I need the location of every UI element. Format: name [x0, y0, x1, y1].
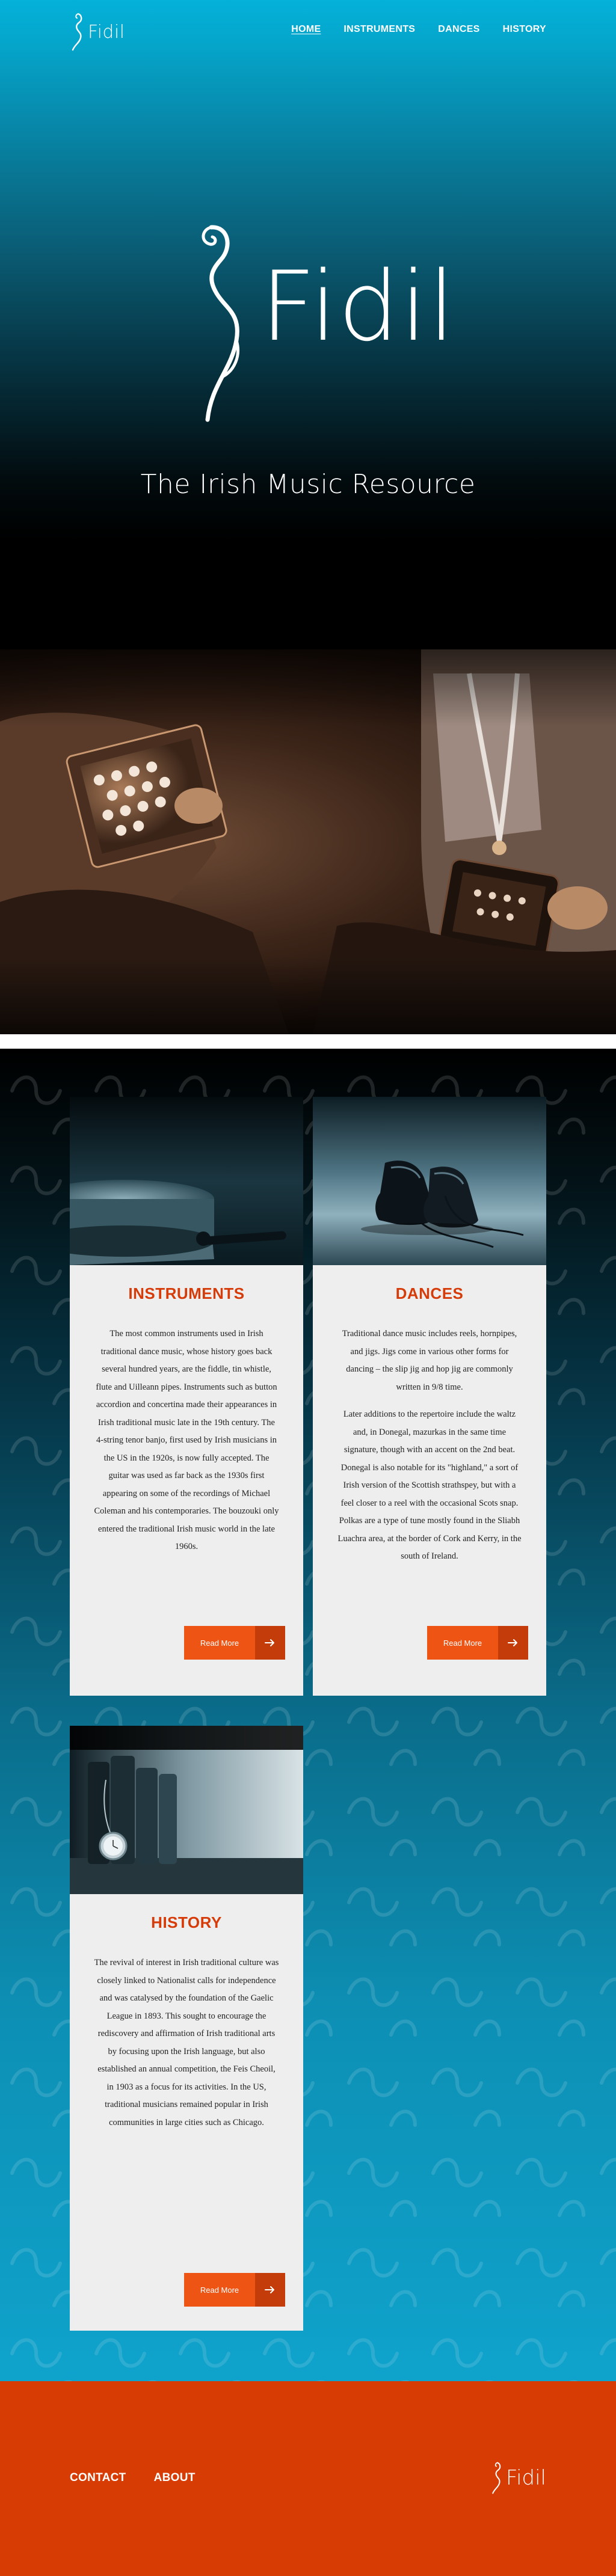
card-paragraph: The revival of interest in Irish traditi… [94, 1958, 279, 2127]
hero-tagline: The Irish Music Resource [140, 469, 476, 500]
footer: CONTACT ABOUT Fidil [0, 2381, 616, 2576]
nav-history[interactable]: HISTORY [503, 24, 546, 35]
top-navigation: Fidil HOME INSTRUMENTS DANCES HISTORY [0, 0, 616, 60]
history-read-more-button[interactable]: Read More [184, 2273, 285, 2307]
nav-logo-text: Fidil [88, 21, 125, 43]
arrow-right-icon [498, 1626, 528, 1660]
nav-logo[interactable]: Fidil [70, 11, 125, 53]
books-pocket-watch-photo [70, 1726, 303, 1894]
accordion-players-illustration [0, 649, 616, 1034]
read-more-label: Read More [184, 2273, 255, 2307]
footer-about-link[interactable]: ABOUT [154, 2471, 196, 2485]
history-card: HISTORY The revival of interest in Irish… [70, 1726, 303, 2331]
nav-home[interactable]: HOME [291, 24, 321, 35]
card-title: DANCES [395, 1284, 464, 1302]
nav-links: HOME INSTRUMENTS DANCES HISTORY [291, 24, 546, 35]
musicians-photo [0, 649, 616, 1034]
instruments-card: INSTRUMENTS The most common instruments … [70, 1097, 303, 1696]
card-body: The revival of interest in Irish traditi… [94, 1954, 279, 2132]
hero-logo-text: Fidil [260, 250, 457, 363]
card-paragraph: The most common instruments used in Iris… [94, 1329, 279, 1551]
dances-read-more-button[interactable]: Read More [427, 1626, 528, 1660]
card-paragraph: Later additions to the repertoire includ… [337, 1409, 522, 1561]
bodhran-photo [70, 1097, 303, 1265]
fiddle-scroll-icon [72, 13, 82, 51]
hero-logo: Fidil [189, 222, 455, 427]
arrow-right-icon [255, 2273, 285, 2307]
footer-links: CONTACT ABOUT [70, 2471, 196, 2485]
dance-shoes-photo [313, 1097, 546, 1265]
arrow-right-icon [255, 1626, 285, 1660]
card-paragraph: Traditional dance music includes reels, … [342, 1329, 517, 1392]
dances-card: DANCES Traditional dance music includes … [313, 1097, 546, 1696]
fiddle-scroll-icon [492, 2462, 501, 2494]
card-title: HISTORY [151, 1913, 222, 1931]
hero-section: Fidil HOME INSTRUMENTS DANCES HISTORY Fi… [0, 0, 616, 649]
footer-logo-text: Fidil [505, 2466, 546, 2490]
card-body: Traditional dance music includes reels, … [337, 1325, 522, 1566]
nav-instruments[interactable]: INSTRUMENTS [343, 24, 415, 35]
content-section: INSTRUMENTS The most common instruments … [0, 1049, 616, 2381]
read-more-label: Read More [427, 1626, 498, 1660]
read-more-label: Read More [184, 1626, 255, 1660]
footer-logo[interactable]: Fidil [490, 2461, 546, 2495]
fiddle-scroll-icon [202, 225, 240, 422]
card-title: INSTRUMENTS [128, 1284, 245, 1302]
nav-dances[interactable]: DANCES [438, 24, 479, 35]
card-body: The most common instruments used in Iris… [94, 1325, 279, 1556]
instruments-read-more-button[interactable]: Read More [184, 1626, 285, 1660]
footer-contact-link[interactable]: CONTACT [70, 2471, 126, 2485]
